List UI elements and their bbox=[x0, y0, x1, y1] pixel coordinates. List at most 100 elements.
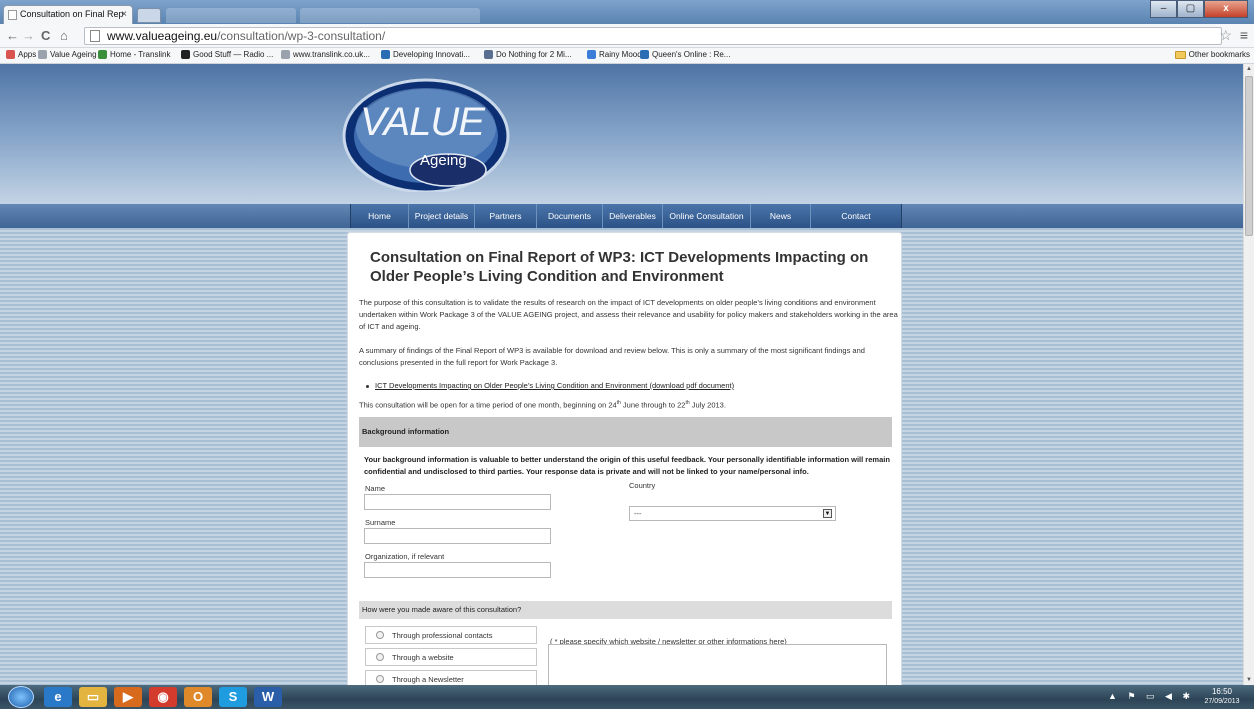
bookmark-item[interactable]: Rainy Mood bbox=[587, 50, 642, 59]
nav-contact[interactable]: Contact bbox=[811, 204, 901, 228]
nav-online-consultation[interactable]: Online Consultation bbox=[663, 204, 751, 228]
surname-label: Surname bbox=[365, 518, 396, 527]
consultation-period: This consultation will be open for a tim… bbox=[359, 400, 726, 410]
bookmark-item[interactable]: Queen's Online : Re... bbox=[640, 50, 730, 59]
organization-label: Organization, if relevant bbox=[365, 552, 445, 561]
organization-input[interactable] bbox=[364, 562, 551, 578]
bookmark-label: www.translink.co.uk... bbox=[293, 50, 370, 59]
radio-button[interactable] bbox=[376, 653, 384, 661]
maximize-button[interactable]: ▢ bbox=[1177, 0, 1204, 18]
name-input[interactable] bbox=[364, 494, 551, 510]
forward-icon[interactable]: → bbox=[22, 28, 35, 43]
site-header bbox=[0, 64, 1243, 204]
tab-close-icon[interactable]: × bbox=[121, 9, 127, 20]
media-player-icon[interactable]: ▶ bbox=[114, 687, 142, 707]
content-panel: Consultation on Final Report of WP3: ICT… bbox=[347, 232, 902, 685]
bookmark-icon bbox=[381, 50, 390, 59]
specify-textarea[interactable] bbox=[548, 644, 887, 685]
option-professional-contacts[interactable]: Through professional contacts bbox=[365, 626, 537, 644]
bookmark-label: Queen's Online : Re... bbox=[652, 50, 731, 59]
system-tray[interactable]: ▲ ⚑ ▭ ◀ ✱ bbox=[1108, 691, 1194, 702]
period-text-mid: June through to 22 bbox=[620, 400, 686, 410]
tab-consultation[interactable]: Consultation on Final Rep × bbox=[3, 5, 133, 24]
home-icon[interactable]: ⌂ bbox=[60, 28, 68, 43]
nav-news[interactable]: News bbox=[751, 204, 811, 228]
chrome-icon[interactable]: ◉ bbox=[149, 687, 177, 707]
page-icon bbox=[90, 30, 100, 42]
skype-icon[interactable]: S bbox=[219, 687, 247, 707]
bookmark-icon bbox=[587, 50, 596, 59]
bookmark-item[interactable]: Home - Translink bbox=[98, 50, 170, 59]
menu-icon[interactable]: ≡ bbox=[1240, 27, 1248, 43]
outlook-icon[interactable]: O bbox=[184, 687, 212, 707]
bookmark-label: Good Stuff — Radio ... bbox=[193, 50, 274, 59]
bookmark-item[interactable]: Do Nothing for 2 Mi... bbox=[484, 50, 572, 59]
option-label: Through a website bbox=[392, 653, 454, 662]
radio-button[interactable] bbox=[376, 631, 384, 639]
bookmark-item[interactable]: Value Ageing bbox=[38, 50, 97, 59]
new-tab-button[interactable] bbox=[137, 8, 161, 23]
ie-icon[interactable]: e bbox=[44, 687, 72, 707]
background-tab[interactable] bbox=[300, 8, 480, 23]
nav-documents[interactable]: Documents bbox=[537, 204, 603, 228]
country-label: Country bbox=[629, 481, 656, 490]
back-icon[interactable]: ← bbox=[6, 28, 19, 43]
bookmark-star-icon[interactable]: ☆ bbox=[1219, 27, 1232, 44]
windows-taskbar: ▲ ⚑ ▭ ◀ ✱ 16:50 27/09/2013 e ▭ ▶ ◉ O S W bbox=[0, 685, 1254, 709]
browser-tab-bar: Consultation on Final Rep × – ▢ x bbox=[0, 0, 1254, 24]
other-bookmarks-folder[interactable]: Other bookmarks bbox=[1174, 50, 1250, 59]
window-controls: – ▢ x bbox=[1150, 0, 1248, 18]
logo-value-text: VALUE bbox=[360, 100, 485, 144]
address-bar[interactable]: www.valueageing.eu/consultation/wp-3-con… bbox=[84, 27, 1222, 45]
folder-icon bbox=[1174, 50, 1186, 59]
bookmark-label: Home - Translink bbox=[110, 50, 171, 59]
bookmark-label: Rainy Mood bbox=[599, 50, 642, 59]
page-title: Consultation on Final Report of WP3: ICT… bbox=[370, 249, 869, 285]
bookmark-icon bbox=[38, 50, 47, 59]
bookmark-icon bbox=[98, 50, 107, 59]
bookmark-item[interactable]: Developing Innovati... bbox=[381, 50, 470, 59]
reload-icon[interactable]: C bbox=[41, 28, 50, 43]
start-button[interactable] bbox=[8, 686, 34, 708]
bookmark-item[interactable]: www.translink.co.uk... bbox=[281, 50, 370, 59]
scroll-thumb[interactable] bbox=[1245, 76, 1253, 236]
background-heading: Background information bbox=[359, 417, 892, 447]
bookmark-icon bbox=[181, 50, 190, 59]
explorer-icon[interactable]: ▭ bbox=[79, 687, 107, 707]
scroll-up-icon[interactable]: ▲ bbox=[1246, 66, 1252, 72]
page-icon bbox=[8, 9, 17, 20]
country-select[interactable]: --- ▼ bbox=[629, 506, 836, 521]
tab-title: Consultation on Final Rep bbox=[20, 9, 124, 19]
minimize-button[interactable]: – bbox=[1150, 0, 1177, 18]
page-scrollbar[interactable]: ▲ ▼ bbox=[1243, 64, 1254, 685]
logo-ageing-text: Ageing bbox=[420, 152, 467, 169]
dropdown-arrow-icon[interactable]: ▼ bbox=[823, 509, 832, 518]
option-website[interactable]: Through a website bbox=[365, 648, 537, 666]
surname-input[interactable] bbox=[364, 528, 551, 544]
bookmark-icon bbox=[640, 50, 649, 59]
nav-partners[interactable]: Partners bbox=[475, 204, 537, 228]
background-tab[interactable] bbox=[166, 8, 296, 23]
download-list: ICT Developments Impacting on Older Peop… bbox=[366, 381, 734, 390]
close-window-button[interactable]: x bbox=[1204, 0, 1248, 18]
clock[interactable]: 16:50 27/09/2013 bbox=[1198, 687, 1246, 707]
name-label: Name bbox=[365, 484, 386, 493]
period-text-end: July 2013. bbox=[689, 400, 726, 410]
bookmark-label: Do Nothing for 2 Mi... bbox=[496, 50, 572, 59]
option-label: Through professional contacts bbox=[392, 631, 493, 640]
bookmark-item[interactable]: Apps bbox=[6, 50, 36, 59]
nav-home[interactable]: Home bbox=[351, 204, 409, 228]
scroll-down-icon[interactable]: ▼ bbox=[1246, 677, 1252, 683]
intro-paragraph: The purpose of this consultation is to v… bbox=[359, 298, 898, 331]
bookmark-label: Developing Innovati... bbox=[393, 50, 470, 59]
word-icon[interactable]: W bbox=[254, 687, 282, 707]
radio-button[interactable] bbox=[376, 675, 384, 683]
bookmark-icon bbox=[281, 50, 290, 59]
option-label: Through a Newsletter bbox=[392, 675, 464, 684]
bookmark-icon bbox=[484, 50, 493, 59]
option-newsletter[interactable]: Through a Newsletter bbox=[365, 670, 537, 685]
nav-project-details[interactable]: Project details bbox=[409, 204, 475, 228]
nav-deliverables[interactable]: Deliverables bbox=[603, 204, 663, 228]
download-pdf-link[interactable]: ICT Developments Impacting on Older Peop… bbox=[375, 381, 734, 390]
bookmark-item[interactable]: Good Stuff — Radio ... bbox=[181, 50, 273, 59]
